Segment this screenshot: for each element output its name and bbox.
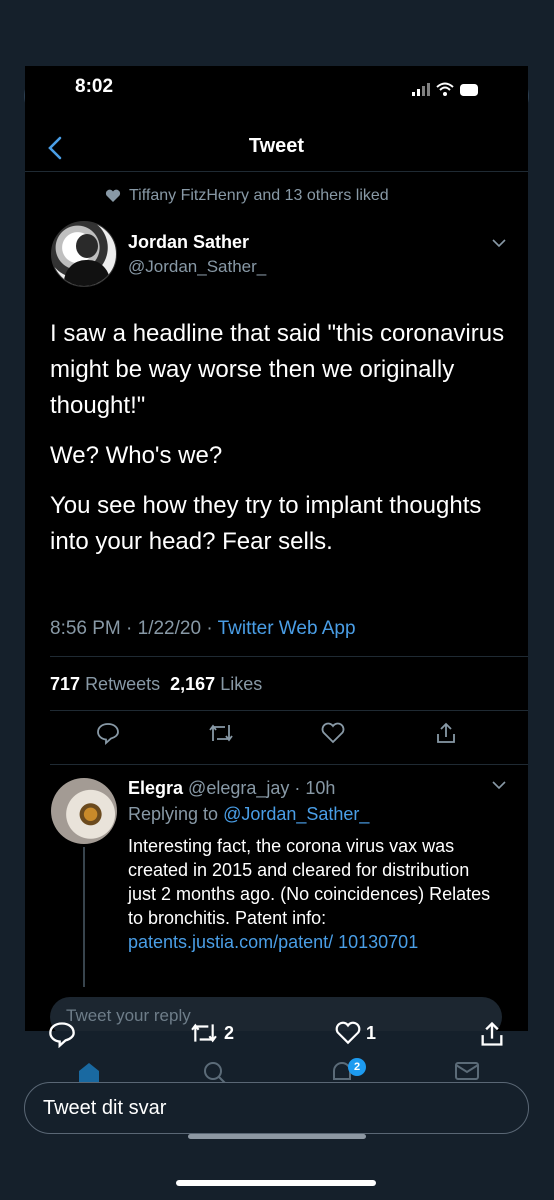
like-icon[interactable] bbox=[320, 721, 346, 745]
retweet-count[interactable]: 717 bbox=[50, 674, 80, 694]
overlay-reply-button[interactable] bbox=[48, 1020, 76, 1048]
replying-handle[interactable]: @Jordan_Sather_ bbox=[223, 804, 369, 824]
reply-handle-time: @elegra_jay · 10h bbox=[188, 778, 336, 798]
retweet-icon bbox=[191, 1023, 217, 1043]
top-nav: Tweet bbox=[25, 124, 528, 172]
patent-link[interactable]: patents.justia.com/patent/ 10130701 bbox=[128, 932, 418, 952]
overlay-like-button[interactable]: 1 bbox=[334, 1020, 376, 1046]
compose-reply-input[interactable]: Tweet dit svar bbox=[24, 1082, 529, 1134]
home-indicator[interactable] bbox=[176, 1180, 376, 1186]
reply-text: Interesting fact, the corona virus vax w… bbox=[128, 834, 498, 954]
replying-prefix: Replying to bbox=[128, 804, 224, 824]
social-context: Tiffany FitzHenry and 13 others liked bbox=[105, 187, 389, 205]
tweet-screenshot: 8:02 Tweet Tiffany FitzHenry and 13 othe… bbox=[25, 66, 528, 1031]
retweet-icon[interactable] bbox=[207, 721, 235, 745]
reply-author-name[interactable]: Elegra bbox=[128, 778, 183, 798]
heart-icon bbox=[105, 189, 121, 202]
tweet-paragraph: I saw a headline that said "this coronav… bbox=[50, 320, 505, 419]
notifications-badge: 2 bbox=[348, 1058, 366, 1076]
home-icon[interactable] bbox=[76, 1060, 102, 1084]
messages-icon[interactable] bbox=[454, 1060, 480, 1082]
like-count[interactable]: 2,167 bbox=[170, 674, 215, 694]
share-icon bbox=[481, 1021, 503, 1046]
thread-line bbox=[83, 847, 85, 987]
reply-header: Elegra @elegra_jay · 10h bbox=[128, 778, 335, 799]
divider bbox=[50, 656, 528, 657]
author-name[interactable]: Jordan Sather bbox=[128, 232, 249, 253]
overlay-share-button[interactable] bbox=[478, 1020, 506, 1048]
chevron-down-icon[interactable] bbox=[491, 238, 507, 248]
share-icon[interactable] bbox=[434, 721, 458, 745]
retweet-label[interactable]: Retweets bbox=[85, 674, 160, 694]
author-handle[interactable]: @Jordan_Sather_ bbox=[128, 257, 266, 277]
battery-icon bbox=[460, 84, 478, 96]
tweet-stats: 717 Retweets 2,167 Likes bbox=[50, 674, 262, 695]
overlay-retweet-count: 2 bbox=[224, 1022, 235, 1043]
status-time: 8:02 bbox=[75, 76, 114, 97]
avatar[interactable] bbox=[51, 221, 117, 287]
home-indicator bbox=[188, 1134, 366, 1139]
wifi-icon bbox=[436, 82, 454, 96]
divider bbox=[50, 710, 528, 711]
tweet-meta: 8:56 PM · 1/22/20 · Twitter Web App bbox=[50, 618, 356, 640]
reply-icon[interactable] bbox=[96, 721, 120, 745]
chevron-down-icon[interactable] bbox=[491, 780, 507, 790]
page-title: Tweet bbox=[248, 135, 305, 157]
like-label[interactable]: Likes bbox=[220, 674, 262, 694]
replying-to: Replying to @Jordan_Sather_ bbox=[128, 804, 369, 825]
tweet-time: 8:56 PM · 1/22/20 · bbox=[50, 618, 218, 639]
tweet-text: I saw a headline that said "this coronav… bbox=[50, 316, 510, 574]
tweet-paragraph: We? Who's we? bbox=[50, 442, 223, 469]
overlay-retweet-button[interactable]: 2 bbox=[188, 1020, 234, 1046]
reply-avatar[interactable] bbox=[51, 778, 117, 844]
tweet-paragraph: You see how they try to implant thoughts… bbox=[50, 492, 482, 555]
tweet-actions bbox=[25, 721, 528, 751]
like-icon bbox=[335, 1021, 361, 1045]
overlay-like-count: 1 bbox=[366, 1022, 377, 1043]
tweet-source[interactable]: Twitter Web App bbox=[218, 618, 356, 639]
reply-icon bbox=[49, 1022, 75, 1048]
divider bbox=[50, 764, 528, 765]
reply-body: Interesting fact, the corona virus vax w… bbox=[128, 836, 491, 928]
status-icons bbox=[412, 82, 480, 96]
overlay-actions: 2 1 bbox=[0, 1020, 554, 1060]
social-context-text: Tiffany FitzHenry and 13 others liked bbox=[129, 187, 389, 204]
signal-icon bbox=[412, 83, 430, 96]
